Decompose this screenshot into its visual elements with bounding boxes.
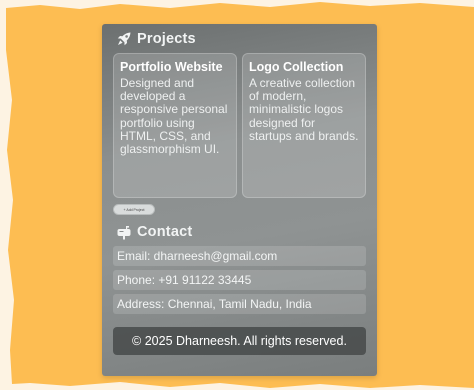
rocket-icon [117,32,131,46]
mailbox-icon [117,226,131,240]
project-card-portfolio-website[interactable]: Portfolio Website Designed and developed… [113,53,237,198]
footer-copyright: © 2025 Dharneesh. All rights reserved. [113,327,366,355]
add-project-button[interactable]: + Add Project [113,204,155,215]
projects-heading-label: Projects [137,31,196,47]
project-title: Logo Collection [249,60,344,74]
contact-heading: Contact [116,224,192,240]
project-description: Designed and developed a responsive pers… [120,76,228,157]
project-title: Portfolio Website [120,60,223,74]
contact-phone[interactable]: Phone: +91 91122 33445 [113,270,366,290]
projects-heading: Projects [116,31,196,47]
project-card-logo-collection[interactable]: Logo Collection A creative collection of… [242,53,366,198]
contact-heading-label: Contact [137,224,193,240]
contact-address: Address: Chennai, Tamil Nadu, India [113,294,366,314]
portfolio-card: Projects Portfolio Website Designed and … [102,24,377,376]
project-description: A creative collection of modern, minimal… [249,76,359,143]
contact-email[interactable]: Email: dharneesh@gmail.com [113,246,366,266]
